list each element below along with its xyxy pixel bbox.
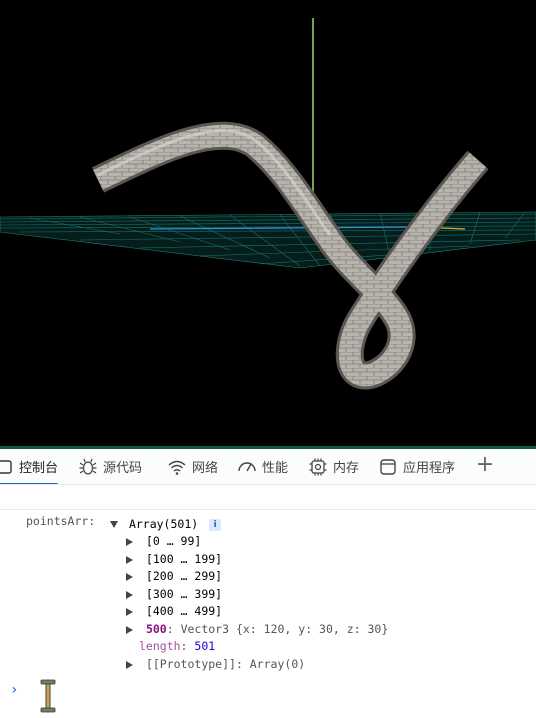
- array-group-row[interactable]: [400 … 499]: [126, 603, 222, 620]
- console-message-divider: [0, 509, 536, 510]
- array-group-row[interactable]: [300 … 399]: [126, 586, 222, 603]
- tab-performance[interactable]: 性能: [237, 449, 288, 484]
- performance-icon: [237, 457, 257, 477]
- expand-triangle-icon[interactable]: [126, 537, 133, 546]
- tab-label: 网络: [192, 461, 219, 476]
- array-summary: Array(501): [128, 517, 199, 531]
- array-index: 500: [145, 622, 167, 636]
- console-log-entry: pointsArr:: [26, 513, 95, 530]
- tab-label: 应用程序: [403, 461, 456, 476]
- text-cursor-icon: [38, 678, 58, 717]
- array-group-row[interactable]: [100 … 199]: [126, 551, 222, 568]
- tab-application[interactable]: 应用程序: [378, 449, 455, 484]
- expand-triangle-icon[interactable]: [126, 572, 133, 581]
- tab-network[interactable]: 网络: [167, 449, 218, 484]
- console-prompt-icon: ›: [10, 682, 19, 698]
- vector-value: : Vector3 {x: 120, y: 30, z: 30}: [166, 622, 389, 636]
- tab-sources[interactable]: 源代码: [78, 449, 142, 484]
- tab-memory[interactable]: 内存: [308, 449, 359, 484]
- application-icon: [378, 457, 398, 477]
- expand-triangle-icon[interactable]: [126, 590, 133, 599]
- array-group-label: [300 … 399]: [145, 587, 223, 601]
- array-group-row[interactable]: [0 … 99]: [126, 533, 201, 550]
- memory-chip-icon: [308, 457, 328, 477]
- tab-label: 控制台: [19, 461, 59, 476]
- expand-triangle-icon[interactable]: [126, 555, 133, 564]
- array-group-label: [0 … 99]: [145, 534, 202, 548]
- info-icon[interactable]: i: [209, 518, 222, 531]
- bug-icon: [78, 457, 98, 477]
- variable-name: pointsArr:: [26, 514, 96, 528]
- prototype-row[interactable]: [[Prototype]]: Array(0): [126, 656, 305, 673]
- collapse-triangle-icon[interactable]: [110, 521, 118, 528]
- length-key: length: [139, 639, 181, 653]
- array-group-label: [200 … 299]: [145, 569, 223, 583]
- three-viewport[interactable]: [0, 0, 536, 446]
- expand-triangle-icon[interactable]: [126, 607, 133, 616]
- length-value: 501: [194, 639, 216, 653]
- array-group-row[interactable]: [200 … 299]: [126, 568, 222, 585]
- array-group-label: [400 … 499]: [145, 604, 223, 618]
- tab-console[interactable]: 控制台: [0, 449, 59, 486]
- length-row: length: 501: [139, 639, 216, 653]
- console-panel[interactable]: pointsArr: Array(501) i [0 … 99] [100 … …: [0, 485, 536, 718]
- scene-canvas: [0, 18, 536, 390]
- wifi-icon: [167, 457, 187, 477]
- add-tab-button[interactable]: +: [474, 453, 496, 479]
- console-icon: [0, 457, 14, 477]
- array-group-label: [100 … 199]: [145, 552, 223, 566]
- tab-label: 性能: [262, 461, 289, 476]
- tab-label: 源代码: [103, 461, 143, 476]
- array-header[interactable]: Array(501) i: [110, 516, 222, 533]
- prototype-label: [[Prototype]]: Array(0): [145, 657, 306, 671]
- vector-entry-row[interactable]: 500: Vector3 {x: 120, y: 30, z: 30}: [126, 621, 388, 638]
- expand-triangle-icon[interactable]: [126, 625, 133, 634]
- tab-label: 内存: [333, 461, 360, 476]
- devtools-tab-bar: 控制台 源代码 网络 性能 内存 应用程序 +: [0, 446, 536, 486]
- grid-plane: [0, 211, 536, 269]
- expand-triangle-icon[interactable]: [126, 660, 133, 669]
